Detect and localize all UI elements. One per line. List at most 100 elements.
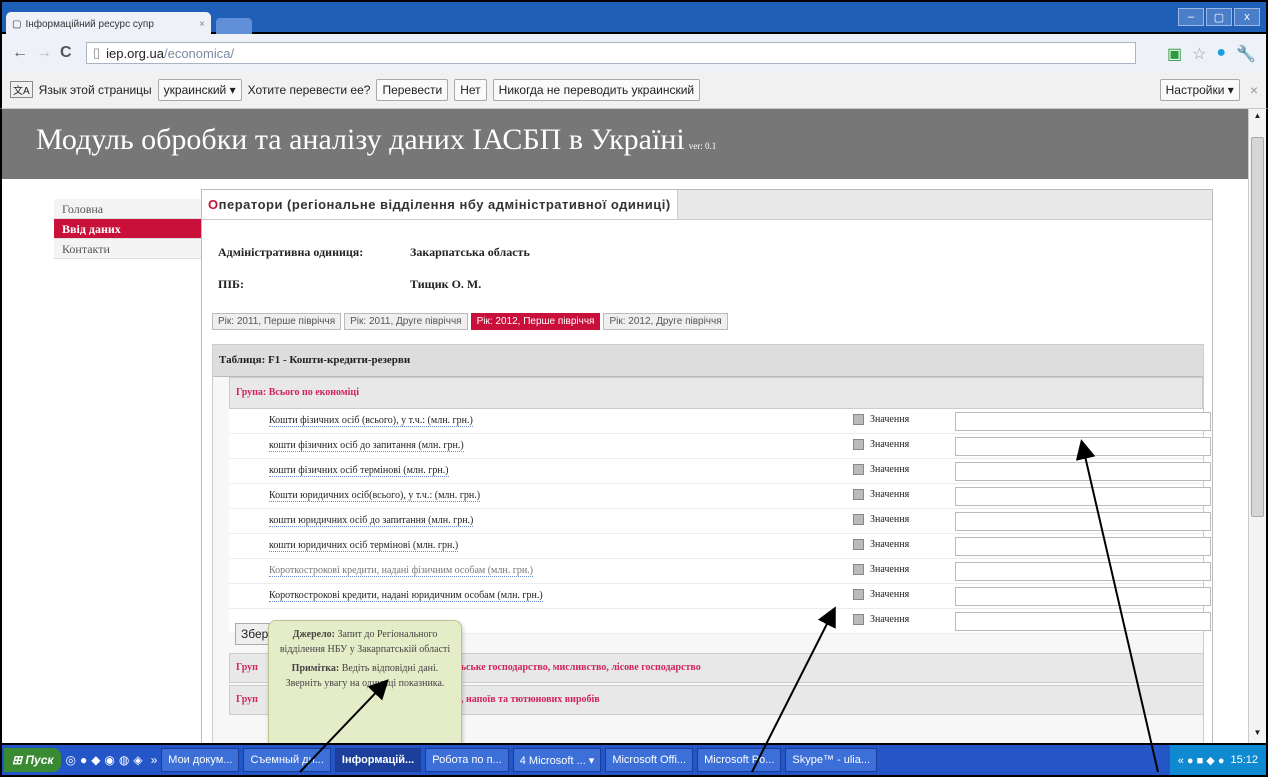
- group-title[interactable]: Група: Всього по економіці: [229, 377, 1203, 409]
- new-tab-button[interactable]: [216, 18, 252, 34]
- value-label: Значення: [853, 589, 910, 601]
- row-label: кошти юридичних осіб термінові (млн. грн…: [269, 540, 459, 552]
- bookmark-star-icon[interactable]: ☆: [1192, 44, 1206, 64]
- sidebar-item-home[interactable]: Головна: [54, 199, 201, 219]
- row-label: Кошти юридичних осіб(всього), у т.ч.: (м…: [269, 490, 481, 502]
- scroll-down-icon[interactable]: ▼: [1251, 728, 1264, 741]
- value-label-text: Значення: [870, 539, 910, 550]
- tray-icons[interactable]: « ● ■ ◆ ●: [1178, 754, 1225, 767]
- calculator-icon[interactable]: [853, 589, 864, 601]
- tab-period-2012-h1[interactable]: Рік: 2012, Перше півріччя: [470, 313, 601, 330]
- start-button[interactable]: ⊞ Пуск: [4, 748, 62, 772]
- taskbar-item[interactable]: 4 Microsoft ... ▾: [512, 748, 602, 772]
- tab-period-2011-h2[interactable]: Рік: 2011, Друге півріччя: [344, 313, 468, 330]
- back-icon[interactable]: ←: [12, 44, 28, 62]
- extension-icon[interactable]: ▣: [1167, 44, 1182, 64]
- calculator-icon[interactable]: [853, 539, 864, 551]
- forward-icon[interactable]: →: [36, 44, 52, 62]
- calculator-icon[interactable]: [853, 564, 864, 576]
- browser-tab[interactable]: ▢ Інформаційний ресурс супр ×: [6, 12, 211, 36]
- taskbar-item[interactable]: Microsoft Offi...: [605, 748, 694, 772]
- overflow-chevron-icon[interactable]: »: [151, 753, 158, 767]
- value-input[interactable]: [955, 412, 1211, 431]
- calculator-icon[interactable]: [853, 514, 864, 526]
- calculator-icon[interactable]: [853, 489, 864, 501]
- windows-logo-icon: ⊞: [12, 753, 23, 767]
- value-label-text: Значення: [870, 564, 910, 575]
- value-input[interactable]: [955, 562, 1211, 581]
- wrench-icon[interactable]: 🔧: [1236, 44, 1256, 64]
- no-translate-button[interactable]: Нет: [454, 78, 487, 101]
- taskbar-item[interactable]: Съемный ди...: [243, 748, 331, 772]
- url-path: /economica/: [163, 45, 235, 61]
- value-label-text: Значення: [870, 514, 910, 525]
- tooltip-source: Джерело: Запит до Регіонального відділен…: [277, 627, 453, 657]
- scroll-thumb[interactable]: [1251, 137, 1264, 517]
- calculator-icon[interactable]: [853, 614, 864, 626]
- language-select[interactable]: украинский ▾: [157, 78, 242, 101]
- value-input[interactable]: [955, 587, 1211, 606]
- url-domain: iep.org.ua: [106, 45, 164, 61]
- never-translate-button[interactable]: Никогда не переводить украинский: [492, 78, 701, 101]
- group-label-right: сільське господарство, мисливство, лісов…: [447, 662, 701, 673]
- scroll-up-icon[interactable]: ▲: [1251, 111, 1264, 124]
- translate-close-icon[interactable]: ×: [1250, 82, 1258, 98]
- table-row: кошти фізичних осіб до запитання (млн. г…: [229, 434, 1211, 459]
- translate-button[interactable]: Перевести: [376, 78, 449, 101]
- value-label: Значення: [853, 564, 910, 576]
- value-input[interactable]: [955, 462, 1211, 481]
- minimize-button[interactable]: –: [1178, 8, 1204, 26]
- admin-unit-label: Адміністративна одиниця:: [218, 245, 364, 259]
- value-input[interactable]: [955, 612, 1211, 631]
- indicator-rows: Кошти фізичних осіб (всього), у т.ч.: (м…: [229, 409, 1211, 634]
- clock: 15:12: [1230, 754, 1258, 766]
- page-icon: ▢: [12, 18, 22, 30]
- value-label-text: Значення: [870, 464, 910, 475]
- close-window-button[interactable]: x: [1234, 8, 1260, 26]
- page-scrollbar[interactable]: ▲ ▼: [1248, 109, 1266, 743]
- site-title: Модуль обробки та аналізу даних ІАСБП в …: [36, 123, 716, 157]
- address-bar[interactable]: ▯ iep.org.ua/economica/: [86, 42, 1136, 64]
- quick-launch-icons[interactable]: ◎●◆◉◍◈: [65, 753, 146, 767]
- translate-settings-button[interactable]: Настройки ▾: [1159, 78, 1240, 101]
- toolbar-icons: ▣ ☆ ● 🔧: [1167, 44, 1256, 64]
- value-label-text: Значення: [870, 614, 910, 625]
- taskbar-item[interactable]: Робота по п...: [425, 748, 509, 772]
- table-row: Кошти фізичних осіб (всього), у т.ч.: (м…: [229, 409, 1211, 434]
- row-label: кошти фізичних осіб термінові (млн. грн.…: [269, 465, 449, 477]
- site-version: ver: 0.1: [688, 141, 717, 151]
- value-label: Значення: [853, 614, 910, 626]
- taskbar-item[interactable]: Microsoft Po...: [697, 748, 782, 772]
- skype-extension-icon[interactable]: ●: [1216, 44, 1226, 64]
- sidebar-item-data-entry[interactable]: Ввід даних: [54, 219, 201, 239]
- tab-close-icon[interactable]: ×: [199, 19, 205, 30]
- reload-icon[interactable]: C: [60, 44, 72, 62]
- taskbar-item[interactable]: Інформацій...: [334, 748, 422, 772]
- table-row: кошти фізичних осіб термінові (млн. грн.…: [229, 459, 1211, 484]
- value-label: Значення: [853, 514, 910, 526]
- tab-period-2012-h2[interactable]: Рік: 2012, Друге півріччя: [603, 313, 728, 330]
- translate-prefix: Язык этой страницы: [38, 82, 152, 97]
- calculator-icon[interactable]: [853, 464, 864, 476]
- value-label: Значення: [853, 439, 909, 451]
- value-label-text: Значення: [870, 589, 910, 600]
- value-label: Значення: [853, 414, 909, 426]
- tab-period-2011-h1[interactable]: Рік: 2011, Перше півріччя: [212, 313, 342, 330]
- value-input[interactable]: [955, 512, 1211, 531]
- value-input[interactable]: [955, 537, 1211, 556]
- period-tabs: Рік: 2011, Перше півріччя Рік: 2011, Дру…: [212, 313, 728, 330]
- taskbar-item[interactable]: Мои докум...: [161, 748, 240, 772]
- sidebar-item-contacts[interactable]: Контакти: [54, 239, 201, 259]
- admin-unit-row: Адміністративна одиниця: Закарпатська обл…: [218, 245, 530, 260]
- calculator-icon[interactable]: [853, 439, 864, 451]
- maximize-button[interactable]: ▢: [1206, 8, 1232, 26]
- value-input[interactable]: [955, 437, 1211, 456]
- main-title-text: ператори (регіональне відділення нбу адм…: [218, 197, 671, 212]
- translate-icon: 文A: [10, 81, 33, 98]
- calculator-icon[interactable]: [853, 414, 864, 426]
- value-input[interactable]: [955, 487, 1211, 506]
- table-row: кошти юридичних осіб до запитання (млн. …: [229, 509, 1211, 534]
- main-header: Оператори (регіональне відділення нбу ад…: [202, 190, 1212, 220]
- pib-row: ПІБ: Тищик О. М.: [218, 277, 481, 292]
- taskbar-item[interactable]: Skype™ - ulia...: [785, 748, 878, 772]
